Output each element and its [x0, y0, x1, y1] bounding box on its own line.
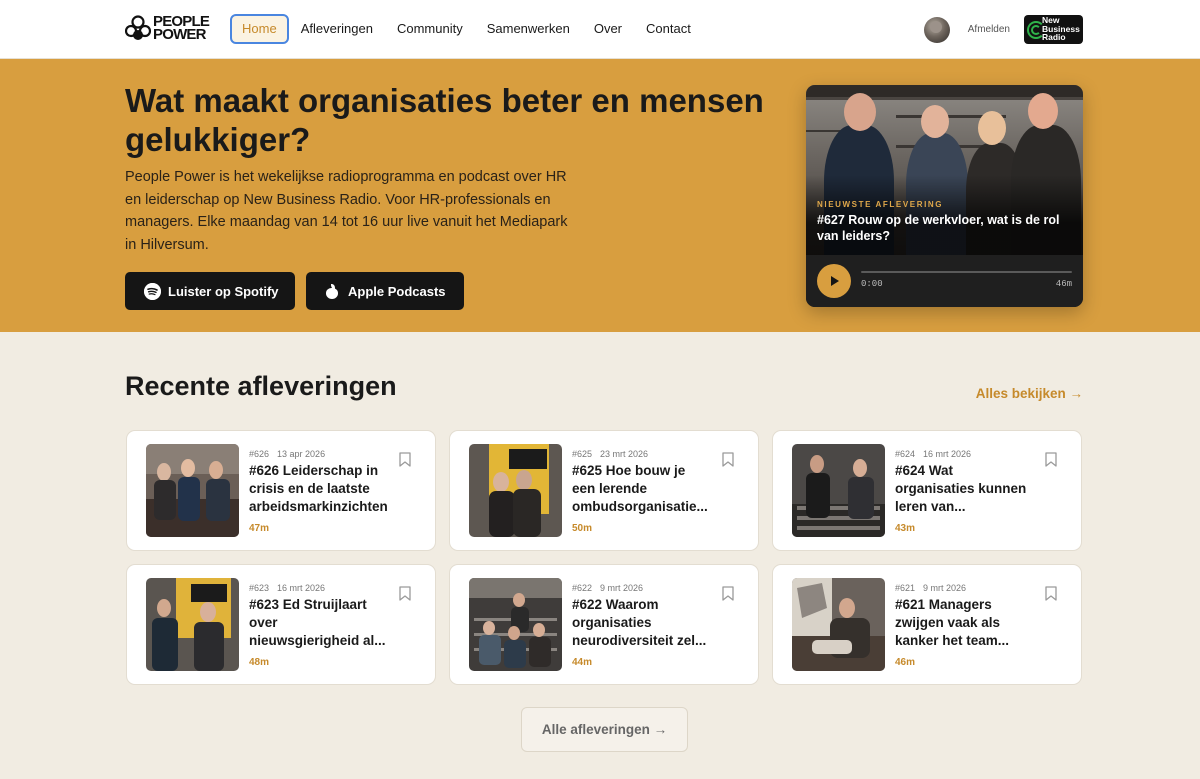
nav-home[interactable]: Home	[230, 14, 289, 44]
episode-duration: 46m	[895, 657, 916, 668]
duration-time: 46m	[1055, 279, 1072, 289]
latest-episode-kicker: NIEUWSTE AFLEVERING	[817, 200, 944, 209]
episode-card[interactable]: #622 9 mrt 2026 #622 Waarom organisaties …	[449, 564, 759, 685]
episode-title: #624 Wat organisaties kunnen leren van..…	[895, 463, 1027, 514]
episode-meta: #626 13 apr 2026	[249, 449, 326, 459]
view-all-link[interactable]: Alles bekijken →	[976, 386, 1083, 401]
bookmark-icon[interactable]	[722, 586, 734, 601]
user-avatar[interactable]	[923, 16, 950, 43]
hero-title: Wat maakt organisaties beter en mensen g…	[125, 82, 764, 158]
current-time: 0:00	[861, 279, 883, 289]
latest-episode-card[interactable]: NIEUWSTE AFLEVERING #627 Rouw op de werk…	[806, 85, 1083, 307]
episode-title: #622 Waarom organisaties neurodiversitei…	[572, 597, 707, 648]
bookmark-icon[interactable]	[399, 452, 411, 467]
episode-card[interactable]: #625 23 mrt 2026 #625 Hoe bouw je een ler…	[449, 430, 759, 551]
episode-meta: #625 23 mrt 2026	[572, 449, 649, 459]
episode-duration: 48m	[249, 657, 270, 668]
logo-wordmark: PEOPLE POWER	[153, 13, 210, 43]
episode-thumbnail	[792, 444, 885, 537]
episode-thumbnail	[146, 444, 239, 537]
apple-icon	[325, 283, 339, 299]
episode-card[interactable]: #626 13 apr 2026 #626 Leiderschap in cris…	[126, 430, 436, 551]
site-header: PEOPLE POWER Home Afleveringen Community…	[0, 0, 1200, 59]
logout-link[interactable]: Afmelden	[968, 24, 1010, 35]
header-actions: Afmelden New Business Radio	[923, 15, 1083, 44]
people-power-logo[interactable]: PEOPLE POWER	[124, 13, 210, 43]
apple-podcasts-label: Apple Podcasts	[348, 283, 446, 299]
all-episodes-button[interactable]: Alle afleveringen →	[521, 707, 688, 752]
episode-grid: #626 13 apr 2026 #626 Leiderschap in cris…	[126, 430, 1083, 685]
episode-title: #626 Leiderschap in crisis en de laatste…	[249, 463, 388, 514]
episode-duration: 50m	[572, 523, 593, 534]
bookmark-icon[interactable]	[722, 452, 734, 467]
radio-waves-inner-icon	[1031, 25, 1041, 35]
apple-podcasts-button[interactable]: Apple Podcasts	[306, 272, 464, 310]
listen-spotify-label: Luister op Spotify	[168, 283, 279, 299]
bookmark-icon[interactable]	[399, 586, 411, 601]
new-business-radio-logo[interactable]: New Business Radio	[1024, 15, 1083, 44]
episode-meta: #624 16 mrt 2026	[895, 449, 972, 459]
episode-card[interactable]: #621 9 mrt 2026 #621 Managers zwijgen vaa…	[772, 564, 1082, 685]
spotify-icon	[144, 282, 161, 300]
partner-logo-text: New Business Radio	[1042, 15, 1080, 42]
episode-duration: 47m	[249, 523, 270, 534]
episode-thumbnail	[146, 578, 239, 671]
bookmark-icon[interactable]	[1045, 586, 1057, 601]
episode-thumbnail	[469, 444, 562, 537]
nav-afleveringen[interactable]: Afleveringen	[289, 14, 385, 44]
progress-bar[interactable]	[861, 271, 1072, 273]
episode-title: #623 Ed Struijlaart over nieuwsgierighei…	[249, 597, 386, 648]
episode-duration: 43m	[895, 523, 916, 534]
episode-duration: 44m	[572, 657, 593, 668]
play-button[interactable]	[817, 264, 851, 298]
hero-description: People Power is het wekelijkse radioprog…	[125, 169, 568, 253]
nav-samenwerken[interactable]: Samenwerken	[475, 14, 582, 44]
listen-spotify-button[interactable]: Luister op Spotify	[125, 272, 295, 310]
hero-section: Wat maakt organisaties beter en mensen g…	[0, 59, 1200, 332]
nav-community[interactable]: Community	[385, 14, 475, 44]
episode-thumbnail	[792, 578, 885, 671]
nav-contact[interactable]: Contact	[634, 14, 703, 44]
bookmark-icon[interactable]	[1045, 452, 1057, 467]
main-nav: Home Afleveringen Community Samenwerken …	[230, 14, 703, 44]
episode-title: #625 Hoe bouw je een lerende ombudsorgan…	[572, 463, 708, 514]
nav-over[interactable]: Over	[582, 14, 634, 44]
episode-thumbnail	[469, 578, 562, 671]
latest-episode-title: #627 Rouw op de werkvloer, wat is de rol…	[817, 213, 1060, 243]
episode-card[interactable]: #624 16 mrt 2026 #624 Wat organisaties ku…	[772, 430, 1082, 551]
episode-title: #621 Managers zwijgen vaak als kanker he…	[895, 597, 1010, 648]
episode-meta: #622 9 mrt 2026	[572, 583, 644, 593]
episode-card[interactable]: #623 16 mrt 2026 #623 Ed Struijlaart over…	[126, 564, 436, 685]
episode-meta: #623 16 mrt 2026	[249, 583, 326, 593]
people-power-logo-icon	[124, 14, 152, 42]
recent-episodes-title: Recente afleveringen	[125, 371, 397, 401]
audio-player: 0:00 46m	[806, 255, 1083, 307]
episode-meta: #621 9 mrt 2026	[895, 583, 967, 593]
